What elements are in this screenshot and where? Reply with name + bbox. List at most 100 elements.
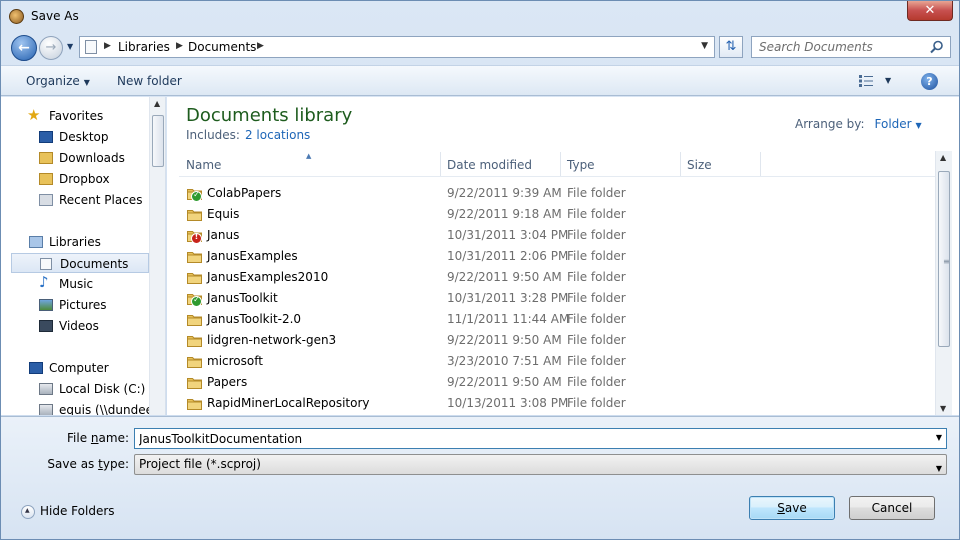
date-modified-cell: 10/13/2011 3:08 PM bbox=[447, 396, 569, 410]
search-box[interactable] bbox=[751, 36, 951, 58]
scroll-down-icon[interactable]: ▼ bbox=[940, 404, 946, 413]
scrollbar-thumb[interactable] bbox=[152, 115, 164, 167]
column-header-size[interactable]: Size bbox=[687, 158, 712, 172]
navigation-pane: ★ Favorites Desktop Downloads Dropbox Re… bbox=[1, 97, 166, 415]
music-icon: ♪ bbox=[39, 273, 49, 291]
chevron-down-icon[interactable]: ▼ bbox=[936, 433, 942, 442]
hide-folders-button[interactable]: Hide Folders bbox=[21, 504, 115, 519]
locations-link[interactable]: 2 locations bbox=[245, 128, 310, 142]
table-row[interactable]: JanusExamples 10/31/2011 2:06 PM File fold… bbox=[179, 246, 939, 267]
table-row[interactable]: lidgren-network-gen3 9/22/2011 9:50 AM Fil… bbox=[179, 330, 939, 351]
sidebar-item-documents[interactable]: Documents bbox=[11, 253, 149, 273]
column-divider[interactable] bbox=[760, 152, 761, 176]
breadcrumb-chevron-icon[interactable]: ▶ bbox=[176, 41, 183, 51]
sync-ok-check-icon: ✓ bbox=[191, 190, 202, 202]
help-icon[interactable]: ? bbox=[921, 73, 938, 90]
forward-arrow-icon[interactable]: → bbox=[39, 36, 63, 60]
title-bar[interactable]: Save As ✕ bbox=[1, 1, 959, 31]
table-row[interactable]: ✓ ColabPapers 9/22/2011 9:39 AM File folder bbox=[179, 183, 939, 204]
date-modified-cell: 9/22/2011 9:50 AM bbox=[447, 270, 562, 284]
cancel-button[interactable]: Cancel bbox=[849, 496, 935, 520]
file-list-pane: Documents library Includes: 2 locations A… bbox=[167, 97, 959, 415]
command-bar: Organize ▼ New folder ▼ ? bbox=[1, 65, 959, 96]
sidebar-item-desktop[interactable]: Desktop bbox=[11, 127, 149, 147]
view-options-icon[interactable] bbox=[859, 75, 873, 87]
table-row[interactable]: microsoft 3/23/2010 7:51 AM File folder bbox=[179, 351, 939, 372]
new-folder-button[interactable]: New folder bbox=[117, 74, 182, 88]
table-row[interactable]: ! Janus 10/31/2011 3:04 PM File folder bbox=[179, 225, 939, 246]
sidebar-item-music[interactable]: ♪ Music bbox=[11, 274, 149, 294]
column-header-date[interactable]: Date modified bbox=[447, 158, 532, 172]
save-as-dialog: Save As ✕ ← → ▼ ▶ Libraries ▶ Documents … bbox=[0, 0, 960, 540]
breadcrumb-chevron-icon[interactable]: ▶ bbox=[257, 41, 264, 51]
search-icon[interactable] bbox=[930, 40, 944, 54]
file-name-field[interactable] bbox=[135, 429, 925, 448]
file-name-cell: ColabPapers bbox=[207, 186, 282, 200]
file-type-cell: File folder bbox=[567, 396, 626, 410]
table-row[interactable]: Equis 9/22/2011 9:18 AM File folder bbox=[179, 204, 939, 225]
file-name-combobox[interactable]: ▼ bbox=[134, 428, 947, 449]
back-arrow-icon[interactable]: ← bbox=[11, 35, 37, 61]
column-header-name[interactable]: Name bbox=[186, 158, 221, 172]
file-name-cell: microsoft bbox=[207, 354, 263, 368]
address-history-dropdown-icon[interactable]: ▼ bbox=[701, 41, 708, 51]
exclamation-icon: ! bbox=[194, 232, 199, 241]
address-bar[interactable]: ▶ Libraries ▶ Documents ▶ ▼ bbox=[79, 36, 715, 58]
includes-label: Includes: bbox=[186, 128, 240, 142]
sync-error-icon: ! bbox=[191, 232, 202, 244]
recent-pages-dropdown-icon[interactable]: ▼ bbox=[67, 42, 73, 51]
table-row[interactable]: ✓ JanusToolkit 10/31/2011 3:28 PM File fold… bbox=[179, 288, 939, 309]
chevron-down-icon[interactable]: ▼ bbox=[936, 459, 942, 478]
chevron-down-icon: ▼ bbox=[915, 121, 922, 130]
hide-folders-label: Hide Folders bbox=[40, 504, 115, 518]
sidebar-item-network-drive[interactable]: equis (\\dundee. bbox=[11, 400, 157, 415]
sidebar-item-pictures[interactable]: Pictures bbox=[11, 295, 149, 315]
table-row[interactable]: JanusToolkit-2.0 11/1/2011 11:44 AM File f… bbox=[179, 309, 939, 330]
column-divider[interactable] bbox=[560, 152, 561, 176]
column-divider[interactable] bbox=[680, 152, 681, 176]
breadcrumb-chevron-icon[interactable]: ▶ bbox=[104, 41, 111, 51]
library-includes: Includes: 2 locations bbox=[186, 128, 310, 142]
file-name-cell: JanusExamples2010 bbox=[207, 270, 329, 284]
view-dropdown-icon[interactable]: ▼ bbox=[885, 76, 891, 85]
organize-menu[interactable]: Organize ▼ bbox=[26, 74, 90, 88]
sidebar-item-local-disk[interactable]: Local Disk (C:) bbox=[11, 379, 149, 399]
arrange-by-dropdown[interactable]: Folder ▼ bbox=[875, 117, 922, 131]
navigation-scrollbar[interactable]: ▲ bbox=[149, 97, 165, 415]
downloads-folder-icon bbox=[39, 152, 53, 164]
scroll-up-icon[interactable]: ▲ bbox=[940, 153, 946, 162]
breadcrumb-documents[interactable]: Documents bbox=[188, 40, 256, 54]
arrange-by: Arrange by: Folder ▼ bbox=[795, 117, 922, 131]
folder-icon bbox=[39, 173, 53, 185]
sidebar-item-libraries[interactable]: Libraries bbox=[11, 232, 149, 252]
refresh-icon[interactable]: ⇅ bbox=[719, 36, 743, 58]
scrollbar-thumb[interactable]: ≡ bbox=[938, 171, 950, 347]
library-title: Documents library bbox=[186, 105, 353, 126]
sidebar-item-dropbox[interactable]: Dropbox bbox=[11, 169, 149, 189]
document-icon bbox=[85, 40, 97, 54]
table-row[interactable]: Papers 9/22/2011 9:50 AM File folder bbox=[179, 372, 939, 393]
save-button[interactable]: Save bbox=[749, 496, 835, 520]
sidebar-item-videos[interactable]: Videos bbox=[11, 316, 149, 336]
breadcrumb-libraries[interactable]: Libraries bbox=[118, 40, 170, 54]
folder-icon bbox=[187, 273, 202, 284]
table-row[interactable]: JanusExamples2010 9/22/2011 9:50 AM File f… bbox=[179, 267, 939, 288]
sidebar-item-recent-places[interactable]: Recent Places bbox=[11, 190, 149, 210]
sidebar-item-computer[interactable]: Computer bbox=[11, 358, 149, 378]
search-input[interactable] bbox=[752, 37, 922, 57]
save-type-label-text: Save as bbox=[47, 457, 99, 471]
table-row[interactable]: RapidMinerLocalRepository 10/13/2011 3:08… bbox=[179, 393, 939, 414]
save-type-select[interactable]: Project file (*.scproj) ▼ bbox=[134, 454, 947, 475]
sidebar-item-downloads[interactable]: Downloads bbox=[11, 148, 149, 168]
file-list-scrollbar[interactable]: ▲ ≡ ▼ bbox=[935, 151, 952, 415]
close-button[interactable]: ✕ bbox=[907, 1, 953, 21]
folder-icon bbox=[187, 210, 202, 221]
column-header-type[interactable]: Type bbox=[567, 158, 595, 172]
column-divider[interactable] bbox=[440, 152, 441, 176]
folder-icon bbox=[187, 336, 202, 347]
arrange-by-label: Arrange by: bbox=[795, 117, 865, 131]
file-name-cell: JanusToolkit bbox=[207, 291, 278, 305]
file-type-cell: File folder bbox=[567, 354, 626, 368]
scroll-up-icon[interactable]: ▲ bbox=[154, 99, 160, 108]
sidebar-item-favorites[interactable]: ★ Favorites bbox=[11, 106, 149, 126]
